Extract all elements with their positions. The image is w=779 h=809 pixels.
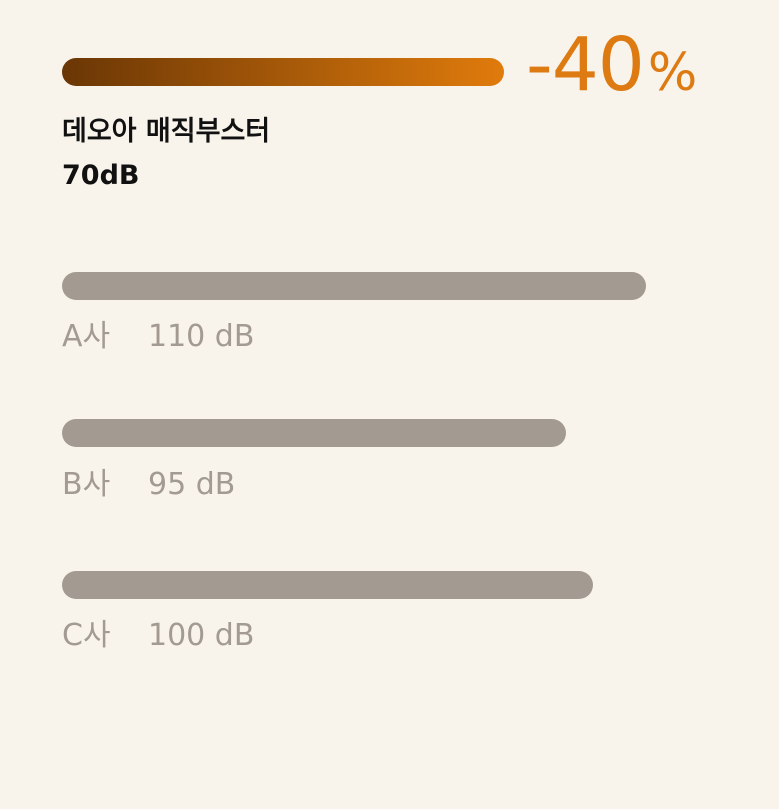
competitor-value-a: 110 dB xyxy=(148,319,255,354)
featured-product-name: 데오아 매직부스터 xyxy=(62,116,271,147)
competitor-bar-a xyxy=(62,272,646,300)
competitor-value-b: 95 dB xyxy=(148,467,236,502)
competitor-name-a: A사 xyxy=(62,319,111,354)
featured-bar xyxy=(62,58,504,86)
competitor-label-a: A사 110 dB xyxy=(62,319,254,355)
competitor-name-b: B사 xyxy=(62,467,111,502)
competitor-label-c: C사 100 dB xyxy=(62,618,254,654)
reduction-unit: % xyxy=(647,43,698,103)
reduction-label: -40% xyxy=(526,28,697,102)
competitor-name-c: C사 xyxy=(62,618,111,653)
reduction-number: -40 xyxy=(526,22,645,108)
competitor-bar-c xyxy=(62,571,593,599)
competitor-bar-b xyxy=(62,419,566,447)
featured-product-value: 70dB xyxy=(62,160,140,191)
competitor-label-b: B사 95 dB xyxy=(62,467,235,503)
competitor-value-c: 100 dB xyxy=(148,618,255,653)
